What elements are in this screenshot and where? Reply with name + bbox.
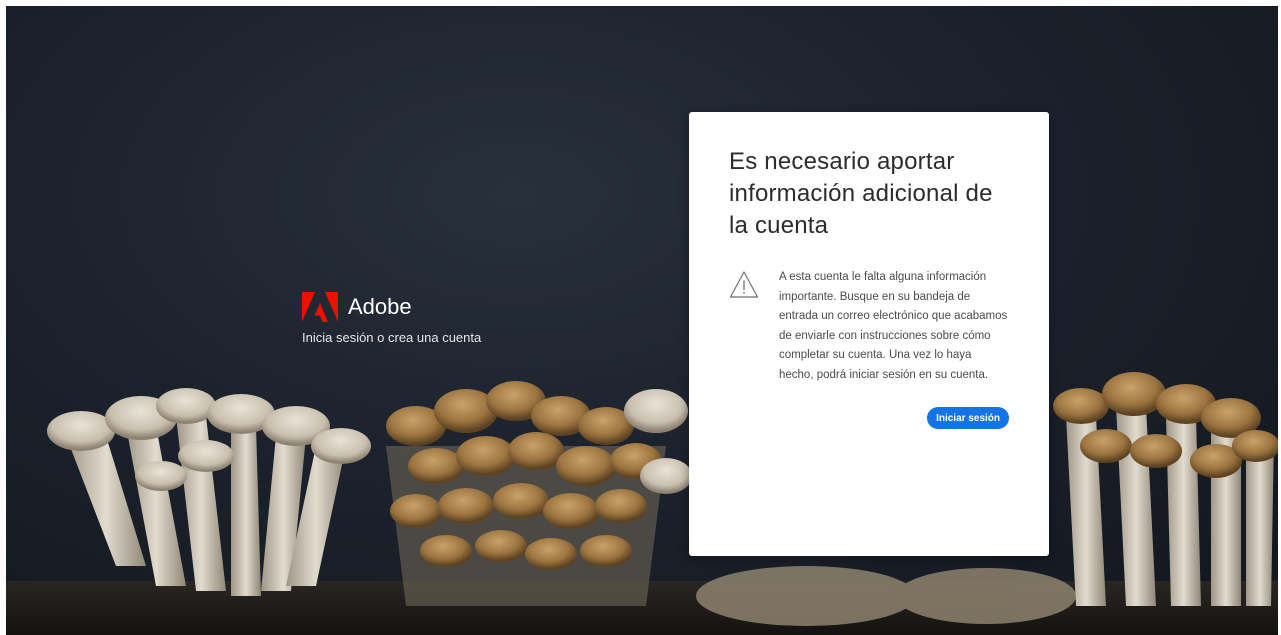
dialog-actions: Iniciar sesión: [729, 407, 1009, 429]
brand-name: Adobe: [348, 294, 412, 319]
mushroom-background-image: [6, 372, 1278, 635]
warning-icon: [729, 271, 759, 298]
dialog-message: A esta cuenta le falta alguna informació…: [779, 271, 1008, 381]
message-row: A esta cuenta le falta alguna informació…: [729, 268, 1009, 385]
dialog-title: Es necesario aportar información adicion…: [729, 148, 993, 239]
adobe-logo-icon: [302, 292, 338, 322]
sign-in-button[interactable]: Iniciar sesión: [927, 407, 1009, 429]
brand-panel: Adobe Inicia sesión o crea una cuenta: [302, 292, 481, 345]
page-background: Adobe Inicia sesión o crea una cuenta Es…: [6, 6, 1278, 635]
brand-tagline: Inicia sesión o crea una cuenta: [302, 330, 482, 345]
account-info-dialog: Es necesario aportar información adicion…: [689, 112, 1049, 556]
